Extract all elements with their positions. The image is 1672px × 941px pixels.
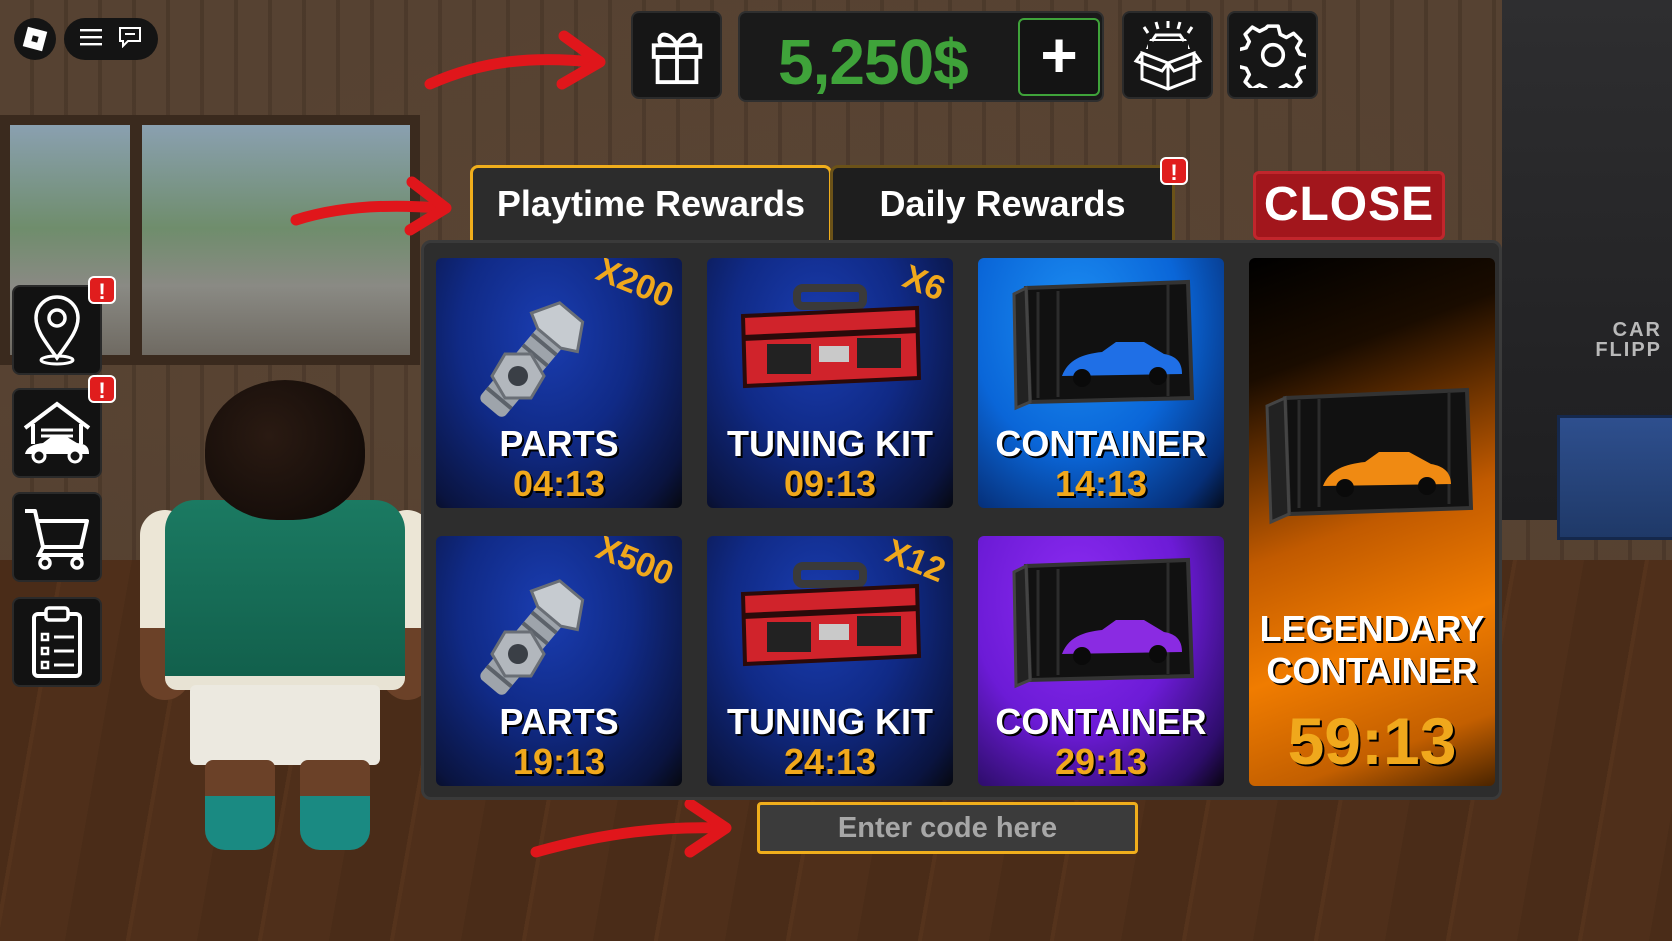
settings-button[interactable] (1227, 11, 1318, 99)
reward-timer: 09:13 (783, 463, 877, 504)
reward-title: PARTS (499, 701, 619, 742)
arrow-to-code-input-icon (530, 798, 732, 858)
garage-icon (23, 401, 91, 464)
wall-sign-text: CAR FLIPP (1595, 319, 1662, 361)
map-notification-badge: ! (88, 276, 116, 304)
reward-card-parts-1[interactable]: X200 PARTS 04:13 (436, 258, 682, 508)
rewards-panel: X200 PARTS 04:13 X6 TUNING KIT 09:13 CON… (421, 240, 1502, 800)
tool-cabinet (1557, 415, 1672, 540)
reward-card-container-1[interactable]: CONTAINER 14:13 (978, 258, 1224, 508)
garage-button[interactable] (12, 388, 102, 478)
add-money-button[interactable]: + (1018, 18, 1100, 96)
arrow-to-tabs-icon (290, 176, 452, 236)
code-input[interactable] (757, 802, 1138, 854)
tab-daily-rewards[interactable]: Daily Rewards (830, 165, 1175, 240)
reward-timer: 19:13 (512, 741, 606, 782)
reward-title: PARTS (499, 423, 619, 464)
reward-card-legendary-container[interactable]: LEGENDARY CONTAINER 59:13 (1249, 258, 1495, 786)
tasks-button[interactable] (12, 597, 102, 687)
reward-card-container-2[interactable]: CONTAINER 29:13 (978, 536, 1224, 786)
reward-title: TUNING KIT (727, 701, 933, 742)
reward-timer: 04:13 (512, 463, 606, 504)
player-avatar (140, 380, 432, 850)
cart-icon (25, 509, 89, 570)
gift-button[interactable] (631, 11, 722, 99)
money-display: 5,250$ + (738, 11, 1104, 102)
roblox-menu-pill (64, 18, 158, 60)
reward-card-tuning-kit-1[interactable]: X6 TUNING KIT 09:13 (707, 258, 953, 508)
gear-icon (1239, 24, 1306, 88)
gift-icon (651, 32, 702, 85)
garage-notification-badge: ! (88, 375, 116, 403)
container-car-icon (1012, 279, 1195, 411)
close-button[interactable]: CLOSE (1253, 171, 1445, 240)
reward-title: TUNING KIT (727, 423, 933, 464)
shop-button[interactable] (12, 492, 102, 582)
clipboard-icon (32, 606, 82, 678)
reward-card-tuning-kit-2[interactable]: X12 TUNING KIT 24:13 (707, 536, 953, 786)
map-pin-icon (34, 295, 80, 366)
arrow-to-gift-icon (424, 30, 606, 90)
reward-title: CONTAINER (995, 701, 1207, 742)
money-value: 5,250$ (778, 26, 969, 98)
reward-timer: 59:13 (1287, 704, 1457, 778)
car-box-button[interactable] (1122, 11, 1213, 99)
container-car-icon (1012, 557, 1195, 689)
reward-timer: 14:13 (1054, 463, 1148, 504)
reward-title: CONTAINER (995, 423, 1207, 464)
tab-playtime-rewards[interactable]: Playtime Rewards (470, 165, 832, 240)
car-box-icon (1133, 21, 1202, 91)
roblox-logo-icon[interactable] (14, 18, 56, 60)
container-car-icon (1265, 387, 1474, 525)
reward-timer: 29:13 (1054, 741, 1148, 782)
menu-icon[interactable] (80, 28, 102, 51)
reward-timer: 24:13 (783, 741, 877, 782)
chat-icon[interactable] (118, 26, 142, 53)
reward-card-parts-2[interactable]: X500 PARTS 19:13 (436, 536, 682, 786)
reward-title: LEGENDARY CONTAINER (1259, 608, 1485, 691)
daily-rewards-notification-badge: ! (1160, 157, 1188, 185)
